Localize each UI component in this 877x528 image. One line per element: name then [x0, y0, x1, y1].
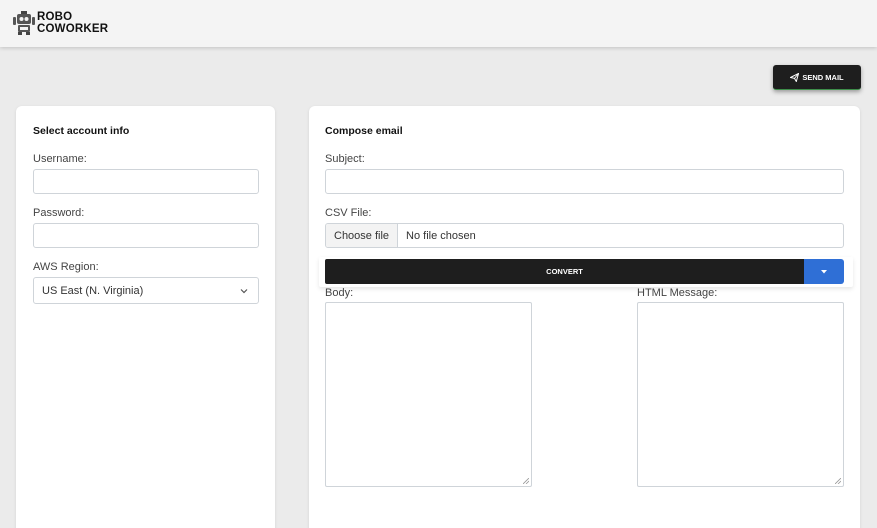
csv-file-label: CSV File: — [325, 207, 372, 219]
html-message-label: HTML Message: — [637, 287, 718, 299]
username-input[interactable] — [33, 169, 259, 194]
aws-region-value: US East (N. Virginia) — [42, 284, 144, 297]
chevron-down-icon — [240, 289, 248, 294]
convert-button[interactable]: CONVERT — [325, 259, 804, 284]
file-status-text: No file chosen — [406, 229, 476, 242]
password-input[interactable] — [33, 223, 259, 248]
logo-line-2: COWORKER — [37, 23, 109, 35]
aws-region-select[interactable]: US East (N. Virginia) — [33, 277, 259, 304]
aws-region-label: AWS Region: — [33, 261, 99, 273]
subject-label: Subject: — [325, 153, 365, 165]
top-navbar: ROBO COWORKER — [0, 0, 877, 47]
send-mail-label: SEND MAIL — [802, 72, 844, 82]
convert-dropdown-toggle[interactable] — [804, 259, 844, 284]
logo-text: ROBO COWORKER — [37, 11, 108, 35]
logo-line-1: ROBO — [37, 11, 73, 23]
paper-plane-icon — [790, 72, 800, 82]
password-label: Password: — [33, 207, 85, 219]
body-textarea[interactable] — [325, 302, 532, 487]
html-message-textarea[interactable] — [637, 302, 844, 487]
resize-grip-icon[interactable] — [835, 478, 841, 484]
send-mail-button[interactable]: SEND MAIL — [773, 65, 861, 90]
username-label: Username: — [33, 153, 87, 165]
account-card-title: Select account info — [33, 125, 130, 137]
subject-input[interactable] — [325, 169, 844, 194]
choose-file-button[interactable]: Choose file — [326, 224, 399, 247]
caret-down-icon — [821, 269, 827, 273]
csv-file-input[interactable]: Choose file No file chosen — [325, 223, 844, 248]
resize-grip-icon[interactable] — [523, 478, 529, 484]
body-label: Body: — [325, 287, 354, 299]
compose-card-title: Compose email — [325, 125, 403, 137]
robot-logo-icon — [13, 11, 35, 35]
app-logo[interactable]: ROBO COWORKER — [13, 11, 108, 35]
